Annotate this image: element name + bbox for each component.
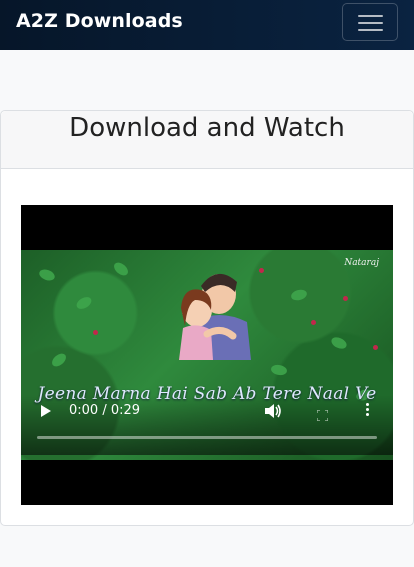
couple-illustration: [179, 273, 251, 360]
download-card: Download and Watch Nataraj Jeena Marna H…: [0, 110, 414, 526]
petal-decoration: [311, 320, 316, 325]
video-player[interactable]: Nataraj Jeena Marna Hai Sab Ab Tere Naal…: [21, 205, 393, 505]
card-header: Download and Watch: [1, 111, 413, 169]
hamburger-icon-line: [358, 22, 383, 24]
petal-decoration: [259, 268, 264, 273]
brand-link[interactable]: A2Z Downloads: [16, 10, 183, 32]
leaf-decoration: [329, 335, 349, 351]
leaf-decoration: [74, 294, 94, 312]
petal-decoration: [343, 296, 348, 301]
hamburger-icon: [358, 15, 383, 17]
leaf-decoration: [289, 288, 309, 302]
menu-toggle-button[interactable]: [342, 3, 398, 41]
petal-decoration: [373, 345, 378, 350]
volume-icon[interactable]: [264, 403, 282, 423]
leaf-decoration: [111, 260, 131, 278]
page-title: Download and Watch: [69, 113, 345, 143]
leaf-decoration: [49, 351, 69, 369]
fullscreen-icon[interactable]: [316, 406, 329, 422]
more-options-icon[interactable]: [366, 402, 370, 418]
video-time: 0:00 / 0:29: [69, 403, 141, 418]
seek-bar[interactable]: [37, 436, 377, 439]
leaf-decoration: [37, 267, 57, 283]
hamburger-icon-line: [358, 29, 383, 31]
leaf-decoration: [270, 363, 288, 377]
play-icon[interactable]: [41, 405, 51, 417]
video-watermark: Nataraj: [344, 258, 379, 268]
navbar: A2Z Downloads: [0, 0, 414, 50]
petal-decoration: [93, 330, 98, 335]
